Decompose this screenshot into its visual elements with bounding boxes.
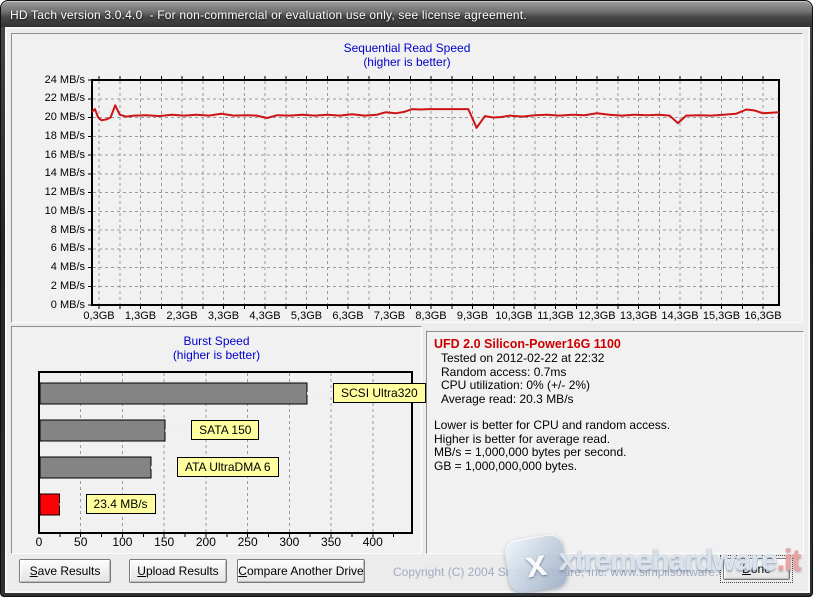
burst-x-tick-label: 350 (321, 535, 342, 549)
burst-x-tick-label: 100 (112, 535, 133, 549)
burst-bar-label: 23.4 MB/s (85, 494, 156, 514)
info-note-gb: GB = 1,000,000,000 bytes. (434, 458, 578, 473)
info-average-read: Average read: 20.3 MB/s (441, 391, 574, 406)
burst-bar-label: SCSI Ultra320 (333, 383, 426, 403)
title-bar: HD Tach version 3.0.4.0 - For non-commer… (1, 1, 812, 27)
drive-title: UFD 2.0 Silicon-Power16G 1100 (434, 337, 621, 351)
burst-x-tick-label: 300 (279, 535, 300, 549)
seq-y-tick-label: 6 MB/s (50, 242, 85, 255)
save-results-button[interactable]: Save Results (19, 559, 111, 583)
burst-x-tick-label: 50 (74, 535, 88, 549)
burst-x-tick-label: 400 (362, 535, 383, 549)
burst-bar-label: ATA UltraDMA 6 (176, 457, 279, 477)
seq-y-tick-label: 22 MB/s (44, 92, 85, 105)
burst-chart-title: Burst Speed (183, 334, 250, 348)
done-button[interactable]: Done (723, 558, 790, 580)
seq-y-tick-label: 8 MB/s (50, 223, 85, 236)
burst-x-tick-label: 0 (35, 535, 43, 549)
seq-y-tick-label: 4 MB/s (50, 261, 85, 273)
info-note-lower: Lower is better for CPU and random acces… (434, 418, 671, 432)
info-cpu-utilization: CPU utilization: 0% (+/- 2%) (441, 378, 591, 392)
seq-y-tick-label: 0 MB/s (50, 298, 85, 311)
seq-y-tick-label: 16 MB/s (44, 148, 85, 161)
burst-x-tick-label: 250 (237, 535, 258, 549)
info-random-access: Random access: 0.7ms (441, 364, 567, 379)
seq-y-tick-label: 20 MB/s (44, 111, 85, 123)
info-note-mbs: MB/s = 1,000,000 bytes per second. (434, 445, 627, 459)
seq-y-tick-label: 12 MB/s (44, 186, 85, 198)
burst-bar-label: SATA 150 (191, 420, 260, 440)
copyright-text: Copyright (C) 2004 Simpli Software, Inc.… (393, 565, 742, 579)
seq-read-plot (88, 76, 780, 309)
compare-another-drive-button[interactable]: Compare Another Drive (237, 559, 365, 583)
burst-speed-panel: Burst Speed (higher is better) SCSI Ultr… (11, 326, 426, 554)
drive-info-panel: UFD 2.0 Silicon-Power16G 1100 Tested on … (426, 331, 804, 554)
seq-x-tick-label: 16,3GB (744, 310, 782, 322)
seq-chart-subtitle: (higher is better) (363, 55, 451, 69)
seq-y-tick-label: 18 MB/s (44, 129, 85, 142)
upload-results-button[interactable]: Upload Results (129, 559, 227, 583)
burst-x-tick-label: 200 (195, 535, 216, 549)
seq-y-tick-label: 2 MB/s (50, 279, 85, 292)
seq-y-tick-label: 10 MB/s (44, 204, 85, 217)
seq-chart-title: Sequential Read Speed (343, 41, 471, 55)
done-button-focus-frame: Done (720, 555, 793, 583)
seq-y-tick-label: 24 MB/s (44, 73, 85, 86)
seq-y-tick-label: 14 MB/s (44, 167, 85, 180)
info-note-higher: Higher is better for average read. (434, 431, 611, 446)
hdtach-window: HD Tach version 3.0.4.0 - For non-commer… (0, 0, 813, 597)
info-tested-on: Tested on 2012-02-22 at 22:32 (441, 351, 605, 365)
window-title: HD Tach version 3.0.4.0 - For non-commer… (10, 7, 527, 22)
burst-x-tick-label: 150 (154, 535, 175, 549)
sequential-read-panel: Sequential Read Speed (higher is better)… (11, 33, 803, 323)
client-area: Sequential Read Speed (higher is better)… (5, 27, 810, 593)
burst-chart-subtitle: (higher is better) (172, 348, 261, 362)
